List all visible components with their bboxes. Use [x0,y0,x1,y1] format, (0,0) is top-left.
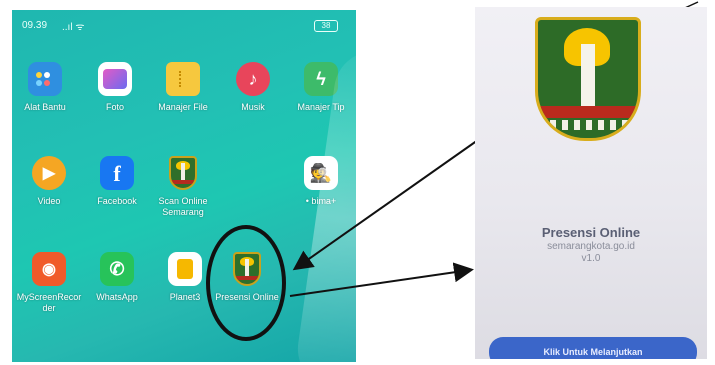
splash-version: v1.0 [581,253,601,264]
arrow-to-icon [292,139,479,271]
semarang-crest-logo [535,17,641,141]
arrow-to-splash [289,262,474,297]
splash-title: Presensi Online [541,225,641,240]
continue-button[interactable]: Klik Untuk Melanjutkan [489,337,697,359]
presensi-splash-screen: Presensi Online semarangkota.go.id v1.0 … [475,7,707,359]
splash-domain: semarangkota.go.id [547,241,635,252]
